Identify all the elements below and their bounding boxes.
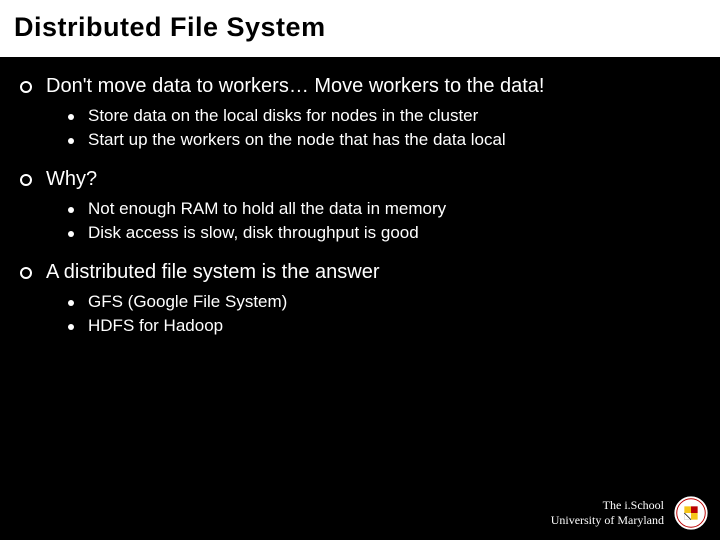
filled-bullet-icon bbox=[68, 231, 74, 237]
list-item: Store data on the local disks for nodes … bbox=[68, 106, 700, 126]
list-item-text: Not enough RAM to hold all the data in m… bbox=[88, 199, 446, 219]
filled-bullet-icon bbox=[68, 300, 74, 306]
section-1-items: Not enough RAM to hold all the data in m… bbox=[68, 199, 700, 243]
list-item-text: HDFS for Hadoop bbox=[88, 316, 223, 336]
section-2: A distributed file system is the answer … bbox=[20, 261, 700, 336]
filled-bullet-icon bbox=[68, 207, 74, 213]
list-item-text: Disk access is slow, disk throughput is … bbox=[88, 223, 419, 243]
section-0: Don't move data to workers… Move workers… bbox=[20, 75, 700, 150]
list-item: GFS (Google File System) bbox=[68, 292, 700, 312]
section-heading-row: Don't move data to workers… Move workers… bbox=[20, 75, 700, 98]
list-item-text: GFS (Google File System) bbox=[88, 292, 287, 312]
section-2-items: GFS (Google File System) HDFS for Hadoop bbox=[68, 292, 700, 336]
section-1: Why? Not enough RAM to hold all the data… bbox=[20, 168, 700, 243]
list-item: Start up the workers on the node that ha… bbox=[68, 130, 700, 150]
section-heading: Don't move data to workers… Move workers… bbox=[46, 75, 544, 98]
section-heading-row: A distributed file system is the answer bbox=[20, 261, 700, 284]
slide-body: Don't move data to workers… Move workers… bbox=[0, 57, 720, 336]
filled-bullet-icon bbox=[68, 114, 74, 120]
hollow-bullet-icon bbox=[20, 174, 32, 186]
university-seal-icon bbox=[672, 494, 710, 532]
hollow-bullet-icon bbox=[20, 267, 32, 279]
footer: The i.School University of Maryland bbox=[551, 498, 664, 528]
list-item-text: Start up the workers on the node that ha… bbox=[88, 130, 506, 150]
section-heading-row: Why? bbox=[20, 168, 700, 191]
list-item: Disk access is slow, disk throughput is … bbox=[68, 223, 700, 243]
list-item-text: Store data on the local disks for nodes … bbox=[88, 106, 478, 126]
footer-line2: University of Maryland bbox=[551, 513, 664, 528]
section-heading: A distributed file system is the answer bbox=[46, 261, 379, 284]
list-item: Not enough RAM to hold all the data in m… bbox=[68, 199, 700, 219]
filled-bullet-icon bbox=[68, 324, 74, 330]
slide-title: Distributed File System bbox=[0, 0, 720, 57]
hollow-bullet-icon bbox=[20, 81, 32, 93]
section-heading: Why? bbox=[46, 168, 97, 191]
footer-line1: The i.School bbox=[551, 498, 664, 513]
list-item: HDFS for Hadoop bbox=[68, 316, 700, 336]
section-0-items: Store data on the local disks for nodes … bbox=[68, 106, 700, 150]
filled-bullet-icon bbox=[68, 138, 74, 144]
